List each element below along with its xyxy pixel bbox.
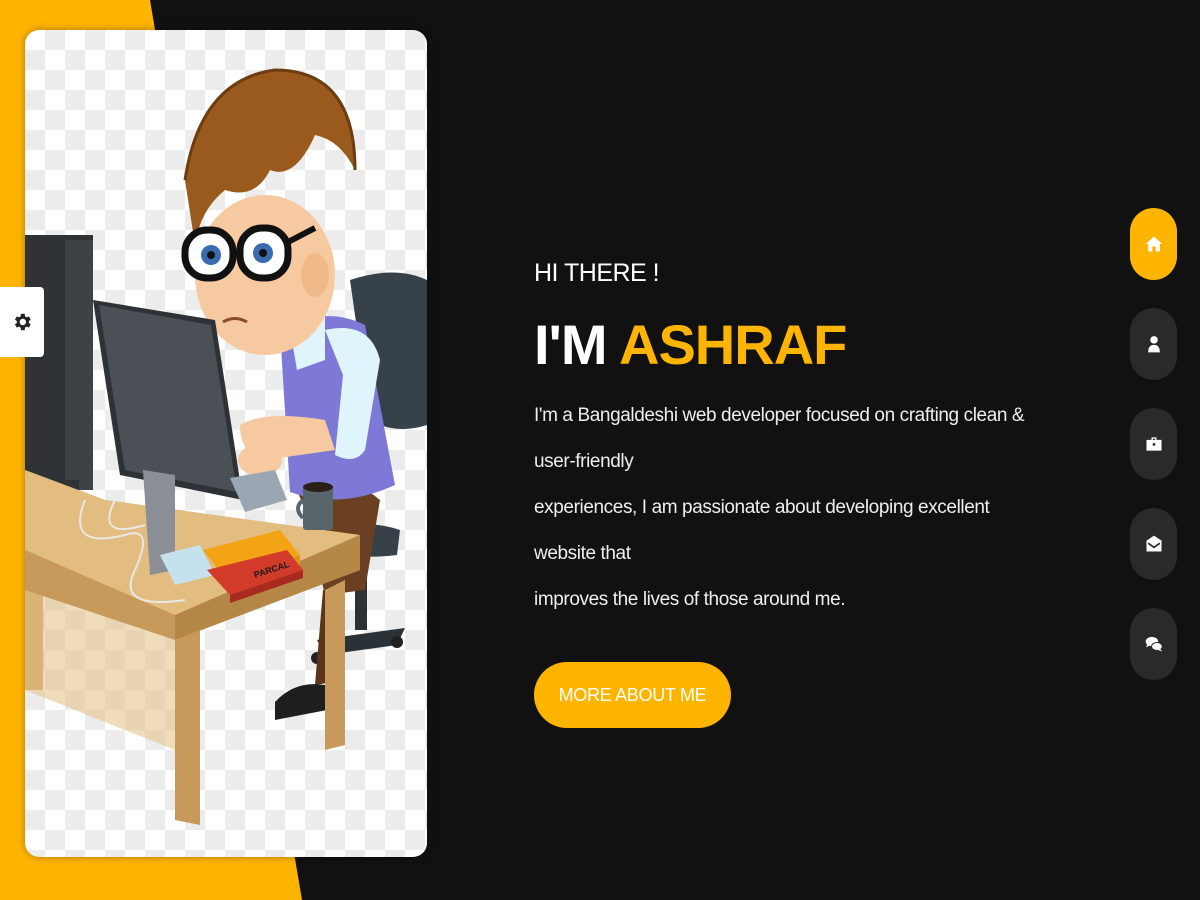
- profile-illustration-card: PARCAL: [25, 30, 427, 857]
- side-navigation: [1130, 208, 1177, 708]
- nav-item-portfolio[interactable]: [1130, 408, 1177, 480]
- envelope-open-icon: [1146, 535, 1161, 552]
- settings-toggle-button[interactable]: [0, 287, 44, 357]
- headline: I'M ASHRAF: [534, 315, 1054, 375]
- developer-illustration: PARCAL: [25, 68, 427, 825]
- bio-line: improves the lives of those around me.: [534, 589, 846, 610]
- more-about-me-button[interactable]: MORE ABOUT ME: [534, 662, 731, 728]
- nav-item-home[interactable]: [1130, 208, 1177, 280]
- home-page: PARCAL HI THERE ! I'M ASHRAF I'm a Banga…: [0, 0, 1200, 900]
- comments-icon: [1145, 636, 1163, 652]
- headline-prefix: I'M: [534, 313, 608, 376]
- home-icon: [1145, 236, 1162, 252]
- greeting-text: HI THERE !: [534, 259, 660, 287]
- nav-item-contact[interactable]: [1130, 508, 1177, 580]
- nav-item-blog[interactable]: [1130, 608, 1177, 680]
- bio-line: I'm a Bangaldeshi web developer focused …: [534, 405, 1025, 472]
- bio-line: experiences, I am passionate about devel…: [534, 497, 990, 564]
- gear-icon: [14, 313, 31, 331]
- hero-section: HI THERE ! I'M ASHRAF I'm a Bangaldeshi …: [534, 255, 1054, 728]
- bio-paragraph: I'm a Bangaldeshi web developer focused …: [534, 393, 1044, 623]
- headline-name: ASHRAF: [619, 313, 847, 376]
- nav-item-about[interactable]: [1130, 308, 1177, 380]
- briefcase-icon: [1146, 437, 1161, 451]
- user-icon: [1147, 336, 1160, 353]
